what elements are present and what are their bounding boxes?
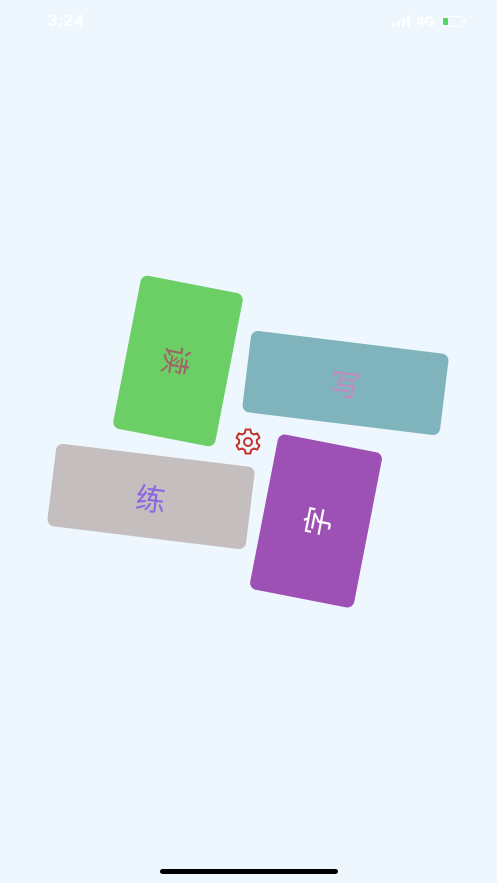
gear-icon [235,428,261,455]
tile-practice-label: 练 [133,480,168,520]
tile-practice[interactable]: 练 [46,443,256,550]
home-indicator[interactable] [160,869,338,874]
tile-write[interactable]: 写 [241,330,450,436]
network-type: 4G [416,13,435,29]
status-indicators: 4G [392,13,466,29]
cellular-signal-icon [392,15,411,27]
battery-level [443,17,448,25]
status-time: 3:24 [48,11,85,30]
tile-read[interactable]: 读 [112,274,244,448]
tile-read-label: 读 [154,342,195,379]
settings-button[interactable] [231,425,265,459]
status-bar: 3:24 4G [0,0,497,44]
tile-write-label: 写 [328,367,363,406]
tile-character-label: 字 [299,503,340,540]
tile-character[interactable]: 字 [248,433,384,609]
battery-icon [441,15,466,27]
